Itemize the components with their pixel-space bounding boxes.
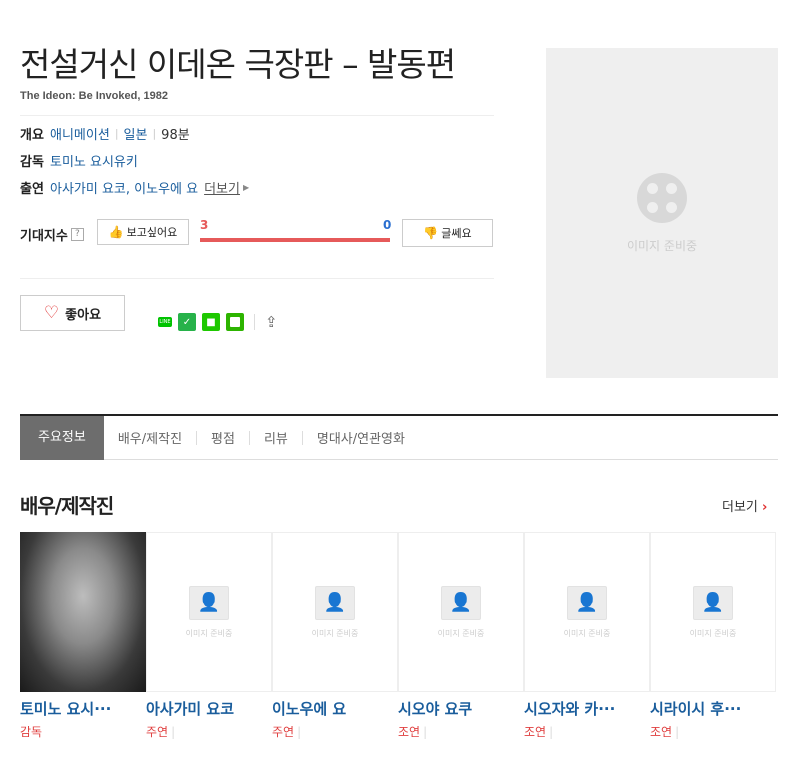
person-role-wrap: 주연 | [272, 725, 302, 739]
person-card[interactable]: 👤 이미지 준비중 시오자와 카··· 조연 | [524, 532, 650, 740]
person-name[interactable]: 시오자와 카··· [524, 698, 650, 719]
tab-reviews[interactable]: 리뷰 [250, 428, 302, 447]
meh-count: 0 [383, 218, 392, 232]
person-role: 조연 [524, 725, 547, 739]
placeholder-text: 이미지 준비중 [311, 628, 359, 638]
person-name[interactable]: 아사가미 요코 [146, 698, 272, 719]
person-card[interactable]: 👤 이미지 준비중 이노우에 요 주연 | [272, 532, 398, 740]
want-count: 3 [200, 218, 209, 232]
person-name[interactable]: 이노우에 요 [272, 698, 398, 719]
expect-bar [200, 238, 390, 242]
section-more-link[interactable]: 더보기 › [722, 496, 767, 515]
heart-icon: ♡ [43, 303, 60, 323]
cast-more-link[interactable]: 더보기 [204, 178, 240, 197]
movie-title: 전설거신 이데온 극장판 – 발동편 [20, 45, 456, 84]
like-button[interactable]: ♡ 좋아요 [20, 295, 125, 331]
person-role: 조연 [398, 725, 421, 739]
placeholder-text: 이미지 준비중 [185, 628, 233, 638]
person-photo-placeholder: 👤 이미지 준비중 [146, 532, 272, 692]
person-card[interactable]: 토미노 요시··· 감독 [20, 532, 146, 740]
person-card[interactable]: 👤 이미지 준비중 시라이시 후··· 조연 | [650, 532, 776, 740]
tab-bar: 주요정보 배우/제작진 평점 리뷰 명대사/연관영화 [20, 414, 778, 460]
separator: | [114, 127, 119, 140]
chevron-right-icon: ▶ [242, 183, 250, 192]
person-name[interactable]: 토미노 요시··· [20, 698, 146, 719]
person-card[interactable]: 👤 이미지 준비중 아사가미 요코 주연 | [146, 532, 272, 740]
person-role-wrap: 조연 | [650, 725, 680, 739]
person-role-wrap: 주연 | [146, 725, 176, 739]
placeholder-text: 이미지 준비중 [563, 628, 611, 638]
person-role-wrap: 조연 | [524, 725, 554, 739]
cast-row: 출연 아사가미 요코, 이노우에 요 더보기 ▶ [20, 178, 249, 197]
director-row: 감독 토미노 요시유키 [20, 151, 138, 170]
separator: | [152, 127, 157, 140]
share-icon[interactable]: ⇪ [265, 313, 278, 331]
person-placeholder-icon: 👤 [567, 585, 607, 620]
person-photo-placeholder: 👤 이미지 준비중 [650, 532, 776, 692]
person-photo [20, 532, 146, 692]
poster-placeholder-text: 이미지 준비중 [626, 238, 698, 253]
tab-cast-crew[interactable]: 배우/제작진 [104, 428, 196, 447]
want-button[interactable]: 👍 보고싶어요 [97, 219, 189, 245]
expect-label-wrap: 기대지수 ? [20, 225, 84, 244]
expect-label: 기대지수 [20, 229, 68, 244]
share-icons: LINE ✓ ■ ⇪ [158, 313, 278, 331]
overview-row: 개요 애니메이션 | 일본 | 98분 [20, 124, 190, 143]
section-title: 배우/제작진 [20, 494, 114, 518]
movie-subtitle: The Ideon: Be Invoked, 1982 [20, 90, 168, 102]
want-label: 보고싶어요 [126, 226, 178, 239]
person-photo-placeholder: 👤 이미지 준비중 [524, 532, 650, 692]
line-icon[interactable]: LINE [158, 317, 172, 327]
tab-ratings[interactable]: 평점 [197, 428, 249, 447]
cast-label: 출연 [20, 182, 44, 197]
section-more-label: 더보기 [722, 500, 758, 515]
placeholder-text: 이미지 준비중 [437, 628, 485, 638]
person-photo-placeholder: 👤 이미지 준비중 [398, 532, 524, 692]
person-role: 주연 [272, 725, 295, 739]
tab-main-info[interactable]: 주요정보 [20, 415, 104, 460]
director-label: 감독 [20, 155, 44, 170]
person-role: 주연 [146, 725, 169, 739]
person-name[interactable]: 시오야 요쿠 [398, 698, 524, 719]
person-card[interactable]: 👤 이미지 준비중 시오야 요쿠 조연 | [398, 532, 524, 740]
kakao-icon[interactable] [226, 313, 244, 331]
person-role-wrap: 조연 | [398, 725, 428, 739]
chevron-right-icon: › [762, 500, 768, 515]
bookmark-icon[interactable]: ■ [202, 313, 220, 331]
help-icon[interactable]: ? [70, 228, 84, 241]
person-placeholder-icon: 👤 [693, 585, 733, 620]
like-label: 좋아요 [65, 307, 102, 323]
film-reel-icon [637, 172, 687, 223]
meh-label: 글쎄요 [441, 227, 472, 240]
separator [254, 314, 255, 330]
person-placeholder-icon: 👤 [441, 585, 481, 620]
thumbs-down-icon: 👎 [423, 226, 439, 240]
thumbs-up-icon: 👍 [108, 225, 124, 239]
band-icon[interactable]: ✓ [178, 313, 196, 331]
overview-label: 개요 [20, 128, 44, 143]
poster-placeholder: 이미지 준비중 [546, 48, 778, 378]
person-placeholder-icon: 👤 [315, 585, 355, 620]
director-link[interactable]: 토미노 요시유키 [50, 151, 138, 170]
person-role: 감독 [20, 725, 43, 739]
country-link[interactable]: 일본 [124, 124, 148, 143]
meh-button[interactable]: 👎 글쎄요 [402, 219, 493, 247]
genre-link[interactable]: 애니메이션 [50, 124, 110, 143]
divider [20, 115, 494, 116]
tab-quotes-related[interactable]: 명대사/연관영화 [303, 428, 419, 447]
placeholder-text: 이미지 준비중 [689, 628, 737, 638]
divider [20, 278, 494, 279]
person-role-wrap: 감독 [20, 723, 146, 740]
person-placeholder-icon: 👤 [189, 585, 229, 620]
person-name[interactable]: 시라이시 후··· [650, 698, 776, 719]
cast-links[interactable]: 아사가미 요코, 이노우에 요 [50, 178, 198, 197]
runtime: 98분 [161, 128, 190, 143]
person-role: 조연 [650, 725, 673, 739]
person-photo-placeholder: 👤 이미지 준비중 [272, 532, 398, 692]
